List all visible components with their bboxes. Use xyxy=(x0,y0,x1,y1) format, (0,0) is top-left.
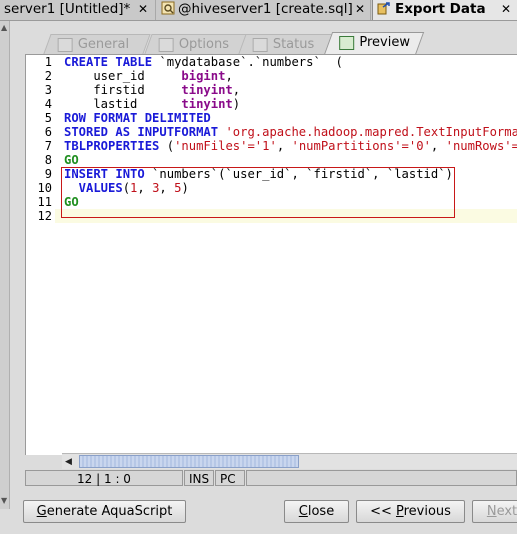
mnemonic: C xyxy=(298,504,308,519)
tab-general-label: General xyxy=(77,37,130,52)
code-token: ( xyxy=(159,139,175,153)
sql-preview-editor[interactable]: 1 2 3 4 5 6 7 8 9 10 11 12 CREATE TABLE … xyxy=(25,54,517,455)
tab-preview[interactable]: Preview xyxy=(323,32,425,55)
line-number: 8 xyxy=(44,153,52,167)
code-token: 'numPartitions'='0' xyxy=(291,139,431,153)
button-text: ext xyxy=(496,504,517,519)
line-number-gutter: 1 2 3 4 5 6 7 8 9 10 11 12 xyxy=(26,55,55,455)
code-token: 'numRows'='0' xyxy=(445,139,517,153)
button-text: enerate AquaScript xyxy=(46,504,173,519)
line-number: 7 xyxy=(44,139,52,153)
code-line-6: STORED AS INPUTFORMAT 'org.apache.hadoop… xyxy=(64,125,517,139)
mnemonic: G xyxy=(36,504,47,519)
tab-options[interactable]: Options xyxy=(144,34,252,54)
scrollbar-thumb[interactable] xyxy=(79,455,299,468)
table-icon xyxy=(252,38,268,52)
code-line-5: ROW FORMAT DELIMITED xyxy=(64,111,211,125)
code-token: STORED AS INPUTFORMAT xyxy=(64,125,219,139)
editor-status-bar: 12 | 1 : 0 INS PC xyxy=(25,470,517,487)
scroll-left-icon[interactable]: ◀ xyxy=(65,457,72,467)
code-token: GO xyxy=(64,153,79,167)
horizontal-scrollbar[interactable]: ◀ xyxy=(62,453,517,469)
status-filler xyxy=(246,470,517,486)
code-token: firstid xyxy=(64,83,182,97)
code-token: ) xyxy=(232,97,241,111)
code-token: `mydatabase`.`numbers` ( xyxy=(152,55,343,69)
code-line-1: CREATE TABLE `mydatabase`.`numbers` ( xyxy=(64,55,343,69)
tab-status-label: Status xyxy=(272,37,315,52)
code-token: TBLPROPERTIES xyxy=(64,139,160,153)
scroll-up-icon[interactable]: ▲ xyxy=(1,23,7,32)
mnemonic: N xyxy=(486,504,497,519)
tab-create-sql-label: @hiveserver1 [create.sql] xyxy=(178,1,353,17)
table-icon xyxy=(57,38,73,52)
code-token: lastid xyxy=(64,97,182,111)
tab-export-data[interactable]: Export Data ✕ xyxy=(372,0,517,20)
code-token: user_id xyxy=(64,69,182,83)
generate-aquascript-button[interactable]: Generate AquaScript xyxy=(23,500,186,523)
left-side-strip: ▲ ▼ xyxy=(0,21,10,509)
code-token: 'org.apache.hadoop.mapred.TextInputForma… xyxy=(225,125,517,139)
button-text: << xyxy=(370,504,396,519)
preview-icon xyxy=(339,36,355,50)
code-token: 'numFiles'='1' xyxy=(174,139,277,153)
tab-general[interactable]: General xyxy=(43,34,151,54)
tab-preview-label: Preview xyxy=(359,35,410,50)
tab-options-label: Options xyxy=(178,37,229,52)
line-number: 2 xyxy=(44,69,52,83)
line-number: 4 xyxy=(44,97,52,111)
code-line-3: firstid tinyint, xyxy=(64,83,240,97)
code-token: , xyxy=(225,69,233,83)
close-icon[interactable]: ✕ xyxy=(355,0,365,19)
button-text: lose xyxy=(307,504,335,519)
code-token: bigint xyxy=(181,69,226,83)
line-number: 5 xyxy=(44,111,52,125)
table-icon xyxy=(158,38,174,52)
line-ending: PC xyxy=(215,470,245,486)
editor-tab-bar: server1 [Untitled]* ✕ @hiveserver1 [crea… xyxy=(0,0,517,21)
code-token: tinyint xyxy=(181,97,233,111)
code-token: , xyxy=(276,139,292,153)
highlighted-insert-block xyxy=(61,167,455,218)
close-icon[interactable]: ✕ xyxy=(138,0,148,19)
tab-export-data-label: Export Data xyxy=(395,1,486,17)
code-line-7: TBLPROPERTIES ('numFiles'='1', 'numParti… xyxy=(64,139,517,153)
line-number: 11 xyxy=(37,195,52,209)
export-data-icon xyxy=(377,1,391,15)
insert-mode: INS xyxy=(184,470,214,486)
next-button[interactable]: Next xyxy=(472,500,517,523)
line-number: 6 xyxy=(44,125,52,139)
line-number: 1 xyxy=(44,55,52,69)
code-token: , xyxy=(430,139,446,153)
code-token: tinyint xyxy=(181,83,233,97)
cursor-position: 12 | 1 : 0 xyxy=(25,470,183,486)
previous-button[interactable]: << Previous xyxy=(356,500,465,523)
code-line-8: GO xyxy=(64,153,79,167)
scroll-down-icon[interactable]: ▼ xyxy=(1,496,7,505)
code-token: ROW FORMAT DELIMITED xyxy=(64,111,211,125)
code-line-4: lastid tinyint) xyxy=(64,97,240,111)
code-line-2: user_id bigint, xyxy=(64,69,233,83)
tab-untitled-label: server1 [Untitled]* xyxy=(4,1,131,17)
code-token: , xyxy=(232,83,241,97)
close-icon[interactable]: ✕ xyxy=(501,0,511,19)
tab-create-sql[interactable]: @hiveserver1 [create.sql] ✕ xyxy=(157,0,371,20)
line-number: 10 xyxy=(37,181,52,195)
mnemonic: P xyxy=(395,504,404,519)
close-button[interactable]: Close xyxy=(284,500,349,523)
button-text: revious xyxy=(403,504,451,519)
line-number: 9 xyxy=(44,167,52,181)
line-number: 3 xyxy=(44,83,52,97)
database-icon xyxy=(161,1,175,15)
code-token: CREATE TABLE xyxy=(64,55,153,69)
tab-untitled[interactable]: server1 [Untitled]* ✕ xyxy=(0,0,156,20)
line-number: 12 xyxy=(37,209,52,223)
